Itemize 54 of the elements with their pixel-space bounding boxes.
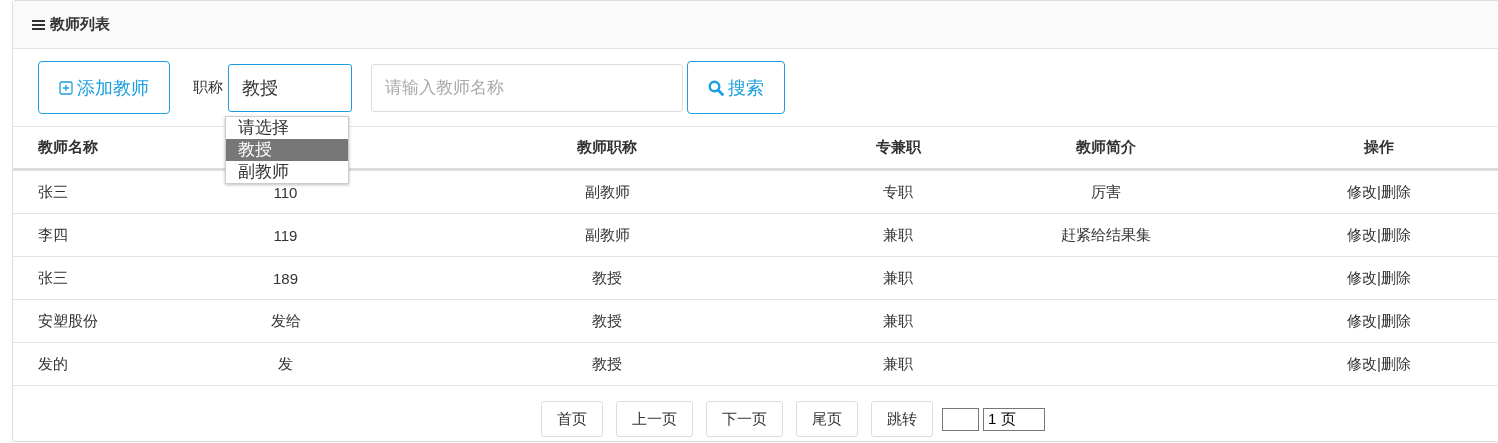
search-field[interactable]: 请输入教师名称 bbox=[371, 63, 683, 112]
page-button[interactable]: 下一页 bbox=[706, 401, 783, 437]
edit-link[interactable]: 修改 bbox=[1347, 268, 1378, 286]
table-cell-text: 发 bbox=[277, 354, 294, 374]
page-button[interactable]: 尾页 bbox=[796, 401, 858, 437]
table-cell-text: 教授 bbox=[591, 268, 623, 288]
table-cell-text: 110 bbox=[272, 183, 299, 201]
table-cell-text: 安塑股份 bbox=[37, 311, 99, 331]
column-header: 教师名称 bbox=[37, 138, 99, 157]
table-cell-text: 张三 bbox=[37, 182, 69, 202]
filter-label: 职称 bbox=[193, 78, 223, 97]
page-button[interactable]: 首页 bbox=[541, 401, 603, 437]
table-cell-text: 专职 bbox=[882, 182, 914, 202]
jump-field[interactable] bbox=[942, 407, 979, 431]
dropdown-option[interactable]: 教授 bbox=[226, 139, 348, 161]
dropdown-option[interactable]: 副教师 bbox=[226, 161, 348, 183]
search-icon bbox=[708, 79, 724, 96]
table-cell-text: 兼职 bbox=[882, 354, 914, 374]
menu-icon bbox=[32, 18, 45, 31]
table-cell-text: 副教师 bbox=[583, 182, 631, 202]
separator: | bbox=[1377, 182, 1381, 200]
table-cell-text: 189 bbox=[272, 269, 299, 287]
separator: | bbox=[1377, 225, 1381, 243]
column-header: 教师职称 bbox=[576, 138, 638, 157]
table-cell-text: 教授 bbox=[591, 354, 623, 374]
table-cell-text: 兼职 bbox=[882, 225, 914, 245]
page-field[interactable]: 1 页 bbox=[983, 407, 1045, 431]
edit-link[interactable]: 修改 bbox=[1347, 225, 1378, 243]
edit-link[interactable]: 修改 bbox=[1347, 354, 1378, 372]
page-button[interactable]: 跳转 bbox=[871, 401, 933, 437]
page-button[interactable]: 上一页 bbox=[616, 401, 693, 437]
table-cell-text: 119 bbox=[272, 226, 299, 244]
table-cell-text: 教授 bbox=[591, 311, 623, 331]
table-cell-text: 赶紧给结果集 bbox=[1060, 225, 1152, 245]
dropdown-option[interactable]: 请选择 bbox=[226, 117, 348, 139]
column-header: 专兼职 bbox=[874, 138, 922, 157]
table-cell-text: 副教师 bbox=[583, 225, 631, 245]
table-cell-text: 李四 bbox=[37, 225, 69, 245]
table-cell-text: 张三 bbox=[37, 268, 69, 288]
table-cell-text: 发的 bbox=[37, 354, 69, 374]
column-header: 操作 bbox=[1363, 138, 1395, 157]
edit-link[interactable]: 修改 bbox=[1347, 311, 1378, 329]
edit-link[interactable]: 修改 bbox=[1347, 182, 1378, 200]
table-cell-text: 厉害 bbox=[1090, 182, 1122, 202]
table-cell-text: 发给 bbox=[269, 311, 302, 331]
plus-icon bbox=[59, 80, 73, 95]
title-select[interactable]: 教授 bbox=[228, 63, 352, 112]
table-cell-text: 兼职 bbox=[882, 311, 914, 331]
separator: | bbox=[1377, 268, 1381, 286]
separator: | bbox=[1377, 311, 1381, 329]
column-header: 教师简介 bbox=[1075, 138, 1137, 157]
panel-title: 教师列表 bbox=[50, 15, 110, 34]
table-cell-text: 兼职 bbox=[882, 268, 914, 288]
separator: | bbox=[1377, 354, 1381, 372]
